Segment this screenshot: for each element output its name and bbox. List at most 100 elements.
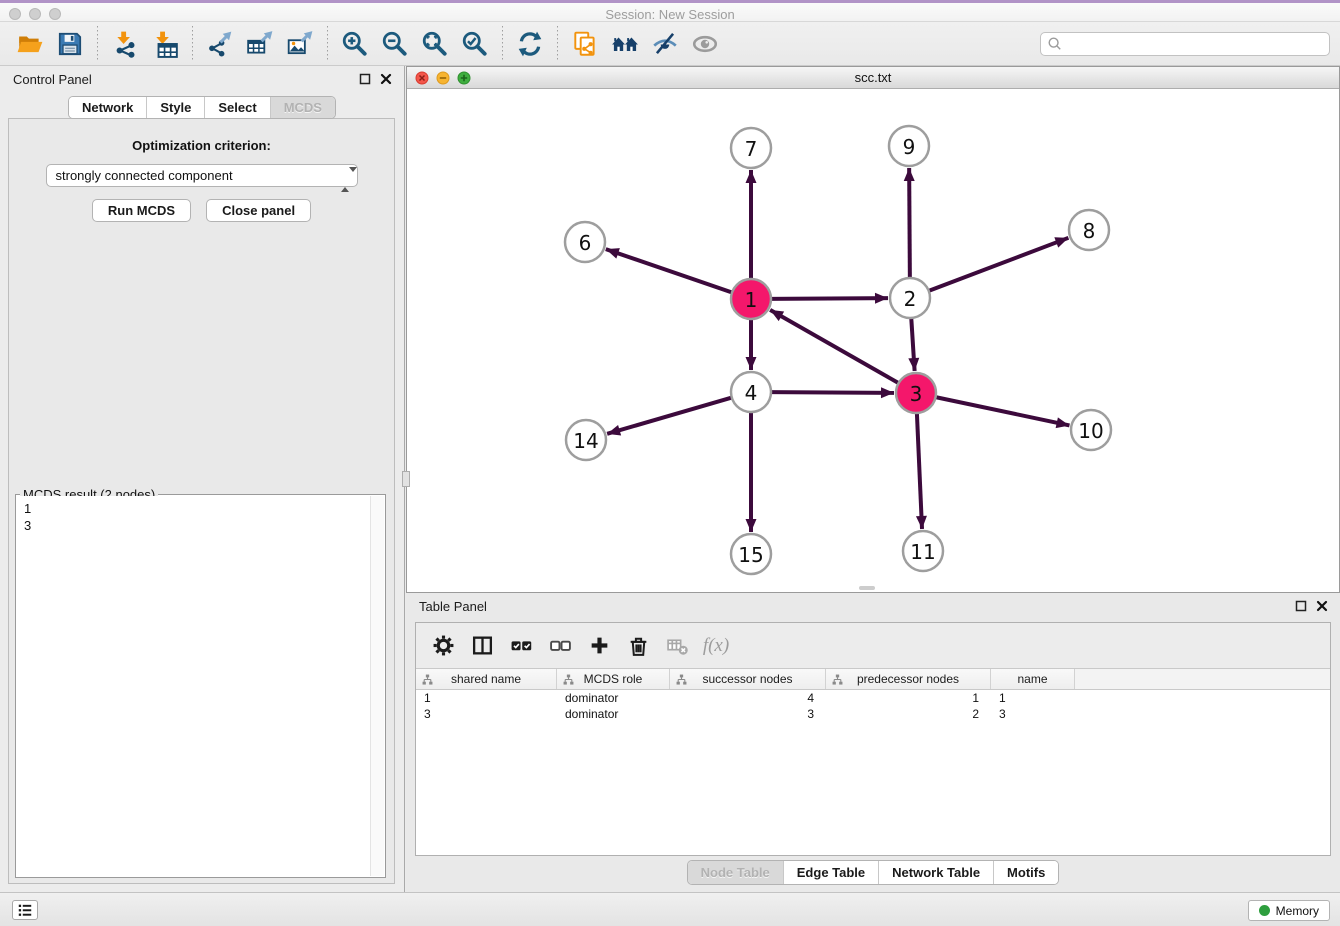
mcds-result-item[interactable]: 1: [24, 500, 363, 517]
node-label-10: 10: [1078, 419, 1103, 443]
tab-select[interactable]: Select: [205, 97, 270, 118]
control-panel-header: Control Panel: [0, 66, 404, 94]
run-mcds-button[interactable]: Run MCDS: [92, 199, 191, 222]
node-table-container: f(x) shared name MCDS role successor nodes…: [415, 622, 1331, 856]
canvas-scroll-grip[interactable]: [859, 586, 875, 590]
column-label: shared name: [451, 672, 521, 686]
node-label-14: 14: [573, 429, 598, 453]
edge-4-14[interactable]: [607, 398, 732, 434]
node-label-2: 2: [904, 287, 917, 311]
export-table-icon: [246, 30, 274, 58]
select-all-columns-button[interactable]: [504, 629, 538, 663]
main-toolbar: [0, 22, 1340, 66]
import-table-button[interactable]: [145, 25, 185, 63]
tree-icon: [563, 674, 574, 685]
edge-4-3[interactable]: [771, 392, 894, 393]
import-network-button[interactable]: [105, 25, 145, 63]
export-network-button[interactable]: [200, 25, 240, 63]
hide-selected-button[interactable]: [645, 25, 685, 63]
mcds-result-list[interactable]: 13: [17, 496, 370, 876]
zoom-in-button[interactable]: [335, 25, 375, 63]
column-header-predecessor-nodes[interactable]: predecessor nodes: [826, 669, 991, 689]
search-input[interactable]: [1062, 36, 1323, 51]
memory-button[interactable]: Memory: [1248, 900, 1330, 921]
table-row[interactable]: 3dominator323: [416, 706, 1330, 722]
mcds-result-box: MCDS result (2 nodes) 13: [15, 494, 386, 878]
float-panel-icon[interactable]: [359, 73, 371, 85]
show-all-button[interactable]: [685, 25, 725, 63]
tab-motifs[interactable]: Motifs: [994, 861, 1058, 884]
export-table-button[interactable]: [240, 25, 280, 63]
network-canvas[interactable]: 7968124314101511: [407, 90, 1339, 592]
network-title: scc.txt: [407, 70, 1339, 85]
column-header-MCDS-role[interactable]: MCDS role: [557, 669, 670, 689]
tab-network-table[interactable]: Network Table: [879, 861, 994, 884]
open-file-button[interactable]: [10, 25, 50, 63]
export-image-button[interactable]: [280, 25, 320, 63]
table-mode-gear-button[interactable]: [426, 629, 460, 663]
optimization-criterion-select[interactable]: strongly connected component: [46, 164, 358, 187]
float-panel-icon[interactable]: [1295, 600, 1307, 612]
edge-3-10[interactable]: [936, 397, 1070, 425]
fx-icon: f(x): [703, 635, 729, 657]
zoom-out-icon: [381, 30, 409, 58]
edge-1-2[interactable]: [771, 298, 888, 299]
network-window-titlebar[interactable]: scc.txt: [407, 67, 1339, 89]
edge-1-6[interactable]: [606, 249, 732, 292]
column-label: predecessor nodes: [857, 672, 959, 686]
node-label-6: 6: [579, 231, 592, 255]
column-header-name[interactable]: name: [991, 669, 1075, 689]
toolbar-separator: [327, 26, 328, 62]
zoom-out-button[interactable]: [375, 25, 415, 63]
zoom-selected-button[interactable]: [455, 25, 495, 63]
result-scrollbar[interactable]: [370, 496, 384, 876]
tab-node-table[interactable]: Node Table: [688, 861, 784, 884]
close-panel-button[interactable]: Close panel: [206, 199, 311, 222]
cell-name: 1: [991, 690, 1075, 706]
optimization-criterion-value: strongly connected component: [56, 168, 233, 183]
edge-2-9[interactable]: [909, 168, 910, 278]
node-label-9: 9: [903, 135, 916, 159]
mcds-result-item[interactable]: 3: [24, 517, 363, 534]
close-panel-icon[interactable]: [380, 73, 392, 85]
task-history-button[interactable]: [12, 900, 38, 920]
save-session-button[interactable]: [50, 25, 90, 63]
zoom-fit-icon: [421, 30, 449, 58]
zoom-fit-button[interactable]: [415, 25, 455, 63]
search-box: [1040, 32, 1330, 56]
control-panel-title: Control Panel: [13, 72, 92, 87]
memory-status-dot: [1259, 905, 1270, 916]
new-network-from-selection-button[interactable]: [565, 25, 605, 63]
tab-edge-table[interactable]: Edge Table: [784, 861, 879, 884]
tab-style[interactable]: Style: [147, 97, 205, 118]
splitter-grip[interactable]: [402, 471, 410, 487]
table-rows: 1dominator4113dominator323: [416, 690, 1330, 855]
first-neighbors-button[interactable]: [605, 25, 645, 63]
delete-table-icon: [666, 634, 689, 657]
control-panel: Control Panel NetworkStyleSelectMCDS Opt…: [0, 66, 405, 892]
search-icon: [1047, 36, 1062, 51]
tab-network[interactable]: Network: [69, 97, 147, 118]
table-row[interactable]: 1dominator411: [416, 690, 1330, 706]
close-panel-icon[interactable]: [1316, 600, 1328, 612]
checked-boxes-icon: [510, 634, 533, 657]
table-panel: Table Panel: [406, 593, 1340, 892]
column-label: name: [1017, 672, 1047, 686]
edge-3-11[interactable]: [917, 413, 922, 529]
edge-2-8[interactable]: [929, 238, 1069, 291]
edge-3-1[interactable]: [770, 310, 899, 383]
save-icon: [56, 30, 84, 58]
add-column-button[interactable]: [582, 629, 616, 663]
column-label: successor nodes: [702, 672, 792, 686]
deselect-all-columns-button[interactable]: [543, 629, 577, 663]
column-header-successor-nodes[interactable]: successor nodes: [670, 669, 826, 689]
table-header-row: shared name MCDS role successor nodes prede…: [416, 668, 1330, 690]
tab-mcds[interactable]: MCDS: [271, 97, 335, 118]
column-header-shared-name[interactable]: shared name: [416, 669, 557, 689]
toolbar-separator: [557, 26, 558, 62]
edge-2-3[interactable]: [911, 318, 914, 371]
delete-column-button[interactable]: [621, 629, 655, 663]
column-selector-button[interactable]: [465, 629, 499, 663]
apply-layout-button[interactable]: [510, 25, 550, 63]
open-folder-icon: [16, 30, 44, 58]
